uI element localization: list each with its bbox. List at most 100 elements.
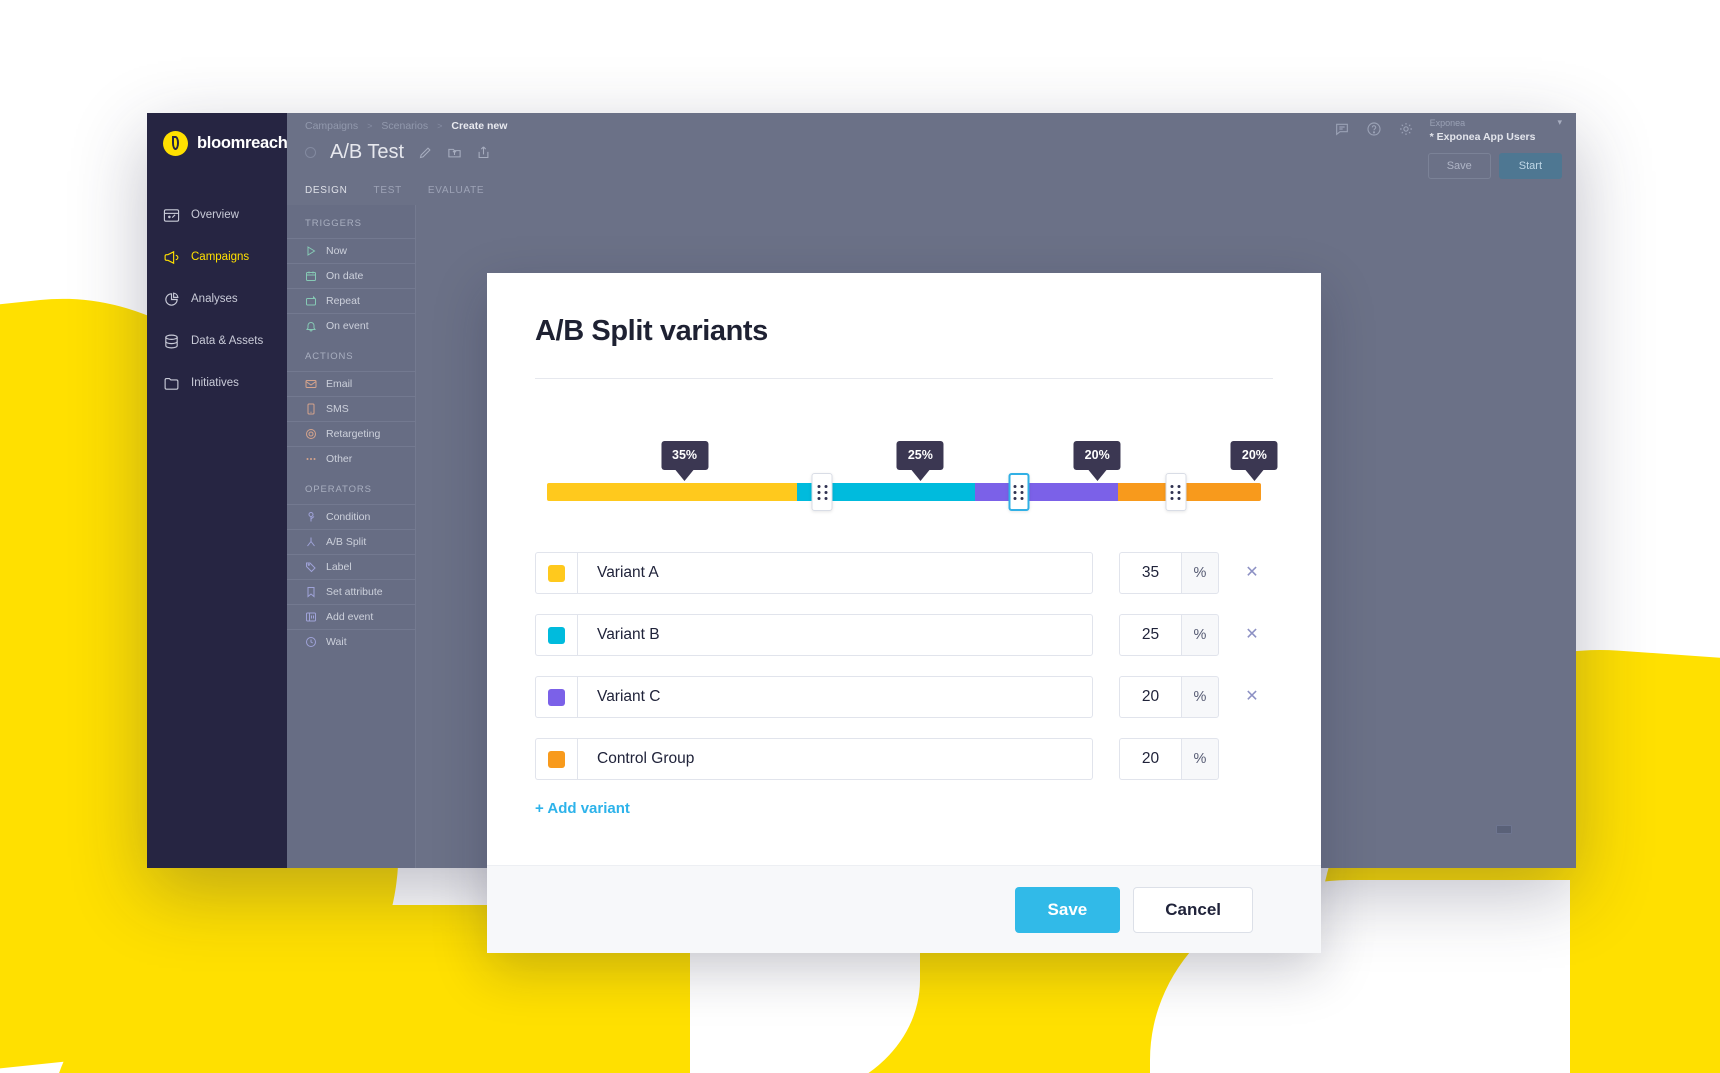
drag-grip-icon [817, 484, 828, 500]
color-swatch-button[interactable] [535, 676, 577, 718]
project-label: Exponea [1429, 118, 1466, 128]
palette-group-title: ACTIONS [305, 351, 354, 362]
color-swatch-button[interactable] [535, 738, 577, 780]
variant-percent-field[interactable]: 25 % [1119, 614, 1219, 656]
status-dot [305, 147, 316, 158]
add-variant-link[interactable]: + Add variant [535, 800, 1273, 817]
gear-icon[interactable] [1398, 121, 1414, 137]
save-button[interactable]: Save [1014, 886, 1121, 933]
slider-segment-variant-c [975, 483, 1119, 501]
tab-design[interactable]: DESIGN [305, 185, 348, 207]
sidebar-item-campaigns[interactable]: Campaigns [147, 236, 287, 278]
variant-name-input[interactable]: Variant C [577, 676, 1093, 718]
palette-item-email[interactable]: Email [287, 371, 415, 396]
variant-name-input[interactable]: Variant B [577, 614, 1093, 656]
sidebar-item-label: Overview [191, 209, 239, 221]
palette-item-condition[interactable]: Condition [287, 504, 415, 529]
pencil-icon[interactable] [418, 145, 433, 160]
variant-row-control-group: Control Group 20 % ✕ [535, 738, 1273, 780]
variant-percent-field[interactable]: 20 % [1119, 676, 1219, 718]
palette-item-now[interactable]: Now [287, 238, 415, 263]
palette-item-label: Label [326, 561, 352, 573]
chevron-down-icon[interactable]: ▾ [1557, 117, 1562, 128]
variant-percent-input[interactable]: 20 [1119, 738, 1181, 780]
palette-item-ab-split[interactable]: A/B Split [287, 529, 415, 554]
color-swatch-icon [548, 626, 565, 644]
slider-handle-2[interactable] [1008, 473, 1030, 511]
palette-item-label: On date [326, 270, 364, 282]
variant-name-input[interactable]: Variant A [577, 552, 1093, 594]
variant-percent-input[interactable]: 25 [1119, 614, 1181, 656]
bookmark-icon [305, 586, 317, 598]
remove-variant-button[interactable]: ✕ [1231, 552, 1273, 594]
palette-item-wait[interactable]: Wait [287, 629, 415, 654]
variant-name-input[interactable]: Control Group [577, 738, 1093, 780]
breadcrumb-item-scenarios[interactable]: Scenarios [381, 120, 428, 132]
condition-icon [305, 511, 317, 523]
palette-item-on-date[interactable]: On date [287, 263, 415, 288]
palette-item-on-event[interactable]: On event [287, 313, 415, 338]
variant-percent-field[interactable]: 20 % [1119, 738, 1219, 780]
sidebar-item-overview[interactable]: Overview [147, 194, 287, 236]
sidebar-item-label: Data & Assets [191, 335, 264, 347]
palette-item-sms[interactable]: SMS [287, 396, 415, 421]
palette-item-label[interactable]: Label [287, 554, 415, 579]
drag-grip-icon [1013, 484, 1024, 500]
remove-variant-button[interactable]: ✕ [1231, 676, 1273, 718]
color-swatch-button[interactable] [535, 614, 577, 656]
cancel-button[interactable]: Cancel [1133, 886, 1253, 933]
phone-icon [305, 403, 317, 415]
canvas-minimap[interactable] [1496, 825, 1512, 834]
folder-move-icon[interactable] [447, 145, 462, 160]
header-start-button[interactable]: Start [1498, 153, 1562, 179]
slider-handle-1[interactable] [811, 473, 833, 511]
palette-item-repeat[interactable]: Repeat [287, 288, 415, 313]
clock-icon [305, 636, 317, 648]
sidebar-item-data-and-assets[interactable]: Data & Assets [147, 320, 287, 362]
percent-unit-label: % [1181, 552, 1219, 594]
variant-percent-input[interactable]: 20 [1119, 676, 1181, 718]
palette-item-label: SMS [326, 403, 349, 415]
palette-item-retargeting[interactable]: Retargeting [287, 421, 415, 446]
palette-item-set-attribute[interactable]: Set attribute [287, 579, 415, 604]
breadcrumb: Campaigns > Scenarios > Create new [305, 120, 507, 132]
slider-tooltip-control-group: 20% [1230, 441, 1278, 470]
slider-handle-3[interactable] [1165, 473, 1187, 511]
sidebar-item-analyses[interactable]: Analyses [147, 278, 287, 320]
palette-item-add-event[interactable]: Add event [287, 604, 415, 629]
palette-item-label: Condition [326, 511, 371, 523]
breadcrumb-item-campaigns[interactable]: Campaigns [305, 120, 358, 132]
palette-item-other[interactable]: Other [287, 446, 415, 471]
tab-evaluate[interactable]: EVALUATE [428, 185, 484, 207]
slider-segment-control-group [1118, 483, 1261, 501]
tab-test[interactable]: TEST [374, 185, 402, 207]
brand-name: bloomreach [197, 134, 288, 152]
white-shape-notch [690, 940, 920, 1073]
ab-split-variants-modal: A/B Split variants 35% 25% 20% 20% Varia… [487, 273, 1321, 953]
variant-percent-field[interactable]: 35 % [1119, 552, 1219, 594]
palette-item-label: Add event [326, 611, 374, 623]
palette-item-label: Set attribute [326, 586, 383, 598]
calendar-icon [305, 270, 317, 282]
add-event-icon [305, 611, 317, 623]
tag-icon [305, 561, 317, 573]
bloomreach-logo-icon [163, 131, 188, 156]
export-icon[interactable] [476, 145, 491, 160]
variant-percent-input[interactable]: 35 [1119, 552, 1181, 594]
header-actions: Save Start [1427, 153, 1562, 179]
color-swatch-button[interactable] [535, 552, 577, 594]
color-swatch-icon [548, 750, 565, 768]
help-icon[interactable] [1366, 121, 1382, 137]
page-title: A/B Test [330, 141, 405, 163]
palette-item-label: Retargeting [326, 428, 381, 440]
sidebar: bloomreach Overview Campaigns Analyses D… [147, 113, 288, 868]
breadcrumb-item-create-new: Create new [451, 120, 508, 132]
overview-icon [163, 207, 180, 224]
brand-logo[interactable]: bloomreach [147, 113, 288, 156]
header-save-button[interactable]: Save [1427, 153, 1491, 179]
remove-variant-button[interactable]: ✕ [1231, 614, 1273, 656]
project-selector[interactable]: Exponea * Exponea App Users [1430, 117, 1536, 145]
comment-icon[interactable] [1334, 121, 1350, 137]
split-slider[interactable]: 35% 25% 20% 20% [535, 411, 1278, 526]
sidebar-item-initiatives[interactable]: Initiatives [147, 362, 287, 404]
